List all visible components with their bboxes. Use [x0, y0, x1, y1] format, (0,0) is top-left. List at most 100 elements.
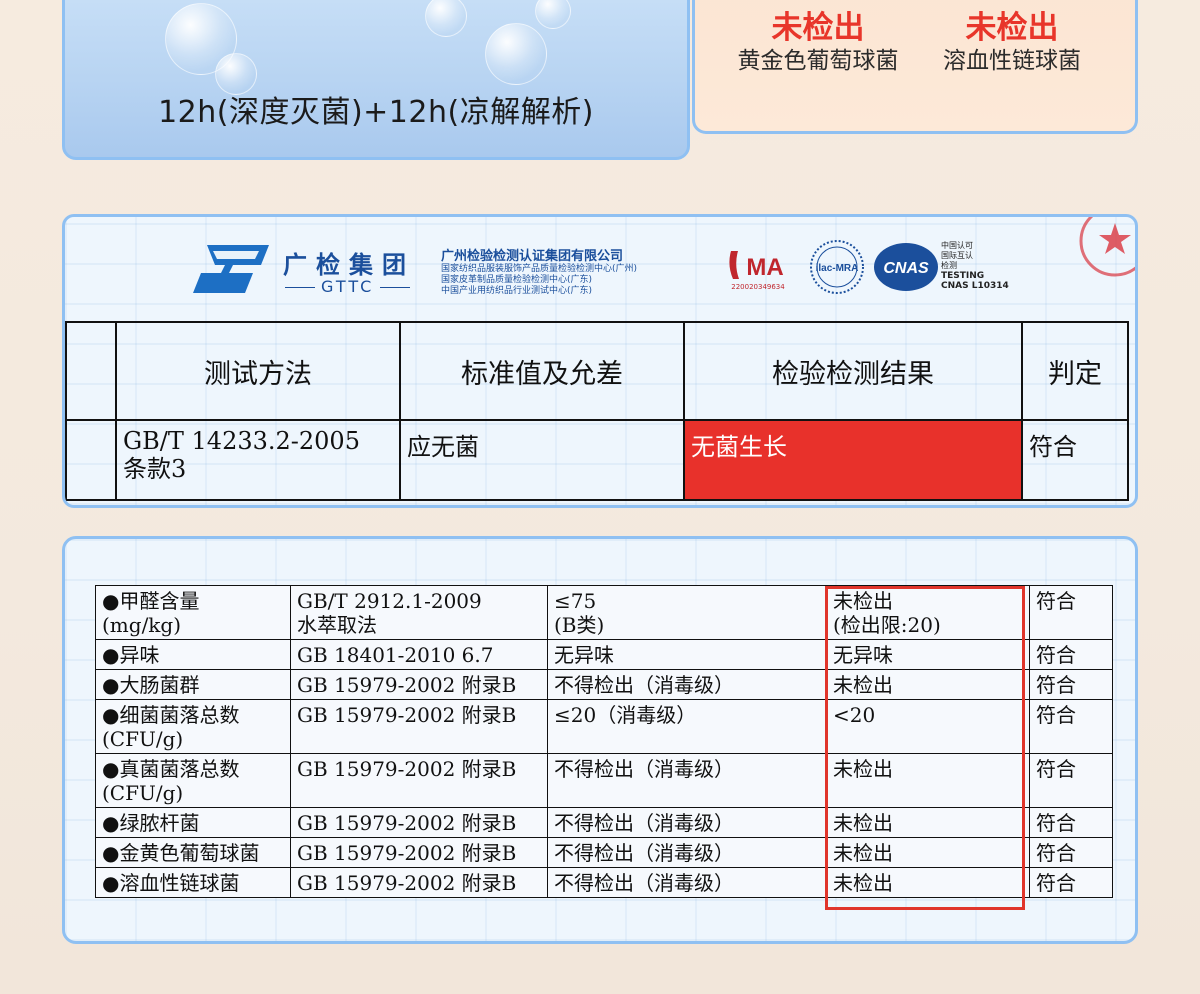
sterilization-card: 12h(深度灭菌)+12h(凉解解析)	[62, 0, 690, 160]
method-cell: GB 15979-2002 附录B	[290, 753, 548, 808]
cma-label: MA	[746, 254, 783, 281]
verdict-cell: 符合	[1029, 699, 1113, 754]
table-row: ●细菌菌落总数 (CFU/g) GB 15979-2002 附录B ≤20（消毒级） <…	[95, 699, 1113, 754]
result-cell: 未检出	[826, 669, 1030, 700]
group-abbr-text: GTTC	[321, 277, 375, 296]
standard-cell: ≤20（消毒级）	[547, 699, 827, 754]
certificate-card: 广检集团 GTTC 广州检验检测认证集团有限公司 国家纺织品服装服饰产品质量检验…	[62, 214, 1138, 508]
result-cell: <20	[826, 699, 1030, 754]
header-verdict: 判定	[1021, 321, 1129, 421]
result-status: 未检出	[965, 10, 1059, 46]
bubble-decoration	[485, 23, 547, 85]
item-cell-line: (CFU/g)	[102, 727, 184, 751]
bubble-decoration	[425, 0, 467, 37]
item-cell-line: ●细菌菌落总数	[102, 703, 240, 727]
method-cell-line: GB 15979-2002 附录B	[297, 703, 517, 727]
ilac-mra-icon: ilac-MRA	[810, 240, 864, 294]
item-cell-line: (CFU/g)	[102, 781, 184, 805]
red-stamp-icon	[1079, 217, 1135, 277]
company-sub: 中国产业用纺织品行业测试中心(广东)	[441, 286, 593, 296]
item-cell: ●金黄色葡萄球菌	[95, 837, 291, 868]
table-row: ●金黄色葡萄球菌 GB 15979-2002 附录B 不得检出（消毒级） 未检出 符合	[95, 837, 1113, 868]
result-cell: 未检出	[826, 867, 1030, 898]
result-cell: 未检出	[826, 753, 1030, 808]
certificate-result-table: 测试方法 标准值及允差 检验检测结果 判定 GB/T 14233.2-2005 条…	[65, 321, 1129, 501]
result-cell-line: (检出限:20)	[833, 613, 941, 637]
company-sub: 国家皮革制品质量检验检测中心(广东)	[441, 275, 593, 285]
method-cell-line: 水萃取法	[297, 613, 377, 637]
item-cell-line: ●绿脓杆菌	[102, 811, 200, 835]
sterilization-caption: 12h(深度灭菌)+12h(凉解解析)	[158, 95, 594, 130]
verdict-cell-line: 符合	[1036, 673, 1076, 697]
method-cell-line: GB 15979-2002 附录B	[297, 871, 517, 895]
item-cell: ●甲醛含量 (mg/kg)	[95, 585, 291, 640]
standard-cell-line: 不得检出（消毒级）	[554, 811, 734, 835]
bubble-decoration	[535, 0, 571, 29]
table-header-row: 测试方法 标准值及允差 检验检测结果 判定	[65, 321, 1129, 421]
method-cell: GB 15979-2002 附录B	[290, 699, 548, 754]
item-cell: ●细菌菌落总数 (CFU/g)	[95, 699, 291, 754]
item-cell: ●异味	[95, 639, 291, 670]
cnas-icon: CNAS	[874, 243, 938, 291]
standard-cell-line: 不得检出（消毒级）	[554, 757, 734, 781]
method-cell-line: GB/T 2912.1-2009	[297, 589, 482, 613]
result-cell-line: <20	[833, 703, 876, 727]
result-cell-line: 未检出	[833, 757, 893, 781]
header-standard: 标准值及允差	[399, 321, 685, 421]
result-status: 未检出	[771, 10, 865, 46]
method-cell-line: GB 15979-2002 附录B	[297, 673, 517, 697]
header-method: 测试方法	[115, 321, 401, 421]
item-cell-line: ●溶血性链球菌	[102, 871, 240, 895]
table-row: ●异味 GB 18401-2010 6.7 无异味 无异味 符合	[95, 639, 1113, 670]
method-cell: GB/T 2912.1-2009 水萃取法	[290, 585, 548, 640]
cnas-text-line: 检测	[941, 261, 957, 270]
item-cell-line: ●异味	[102, 643, 160, 667]
method-cell: GB 15979-2002 附录B	[290, 867, 548, 898]
standard-cell-line: ≤20（消毒级）	[554, 703, 697, 727]
table-row: ●绿脓杆菌 GB 15979-2002 附录B 不得检出（消毒级） 未检出 符合	[95, 807, 1113, 838]
verdict-cell: 符合	[1029, 837, 1113, 868]
result-name: 黄金色葡萄球菌	[737, 48, 899, 74]
result-item-strep: 未检出 溶血性链球菌	[917, 10, 1107, 76]
standard-cell-line: 不得检出（消毒级）	[554, 673, 734, 697]
item-cell-line: ●真菌菌落总数	[102, 757, 240, 781]
cnas-text: 中国认可 国际互认 检测 TESTING CNAS L10314	[941, 241, 1009, 291]
cnas-code: CNAS L10314	[941, 281, 1009, 291]
verdict-cell: 符合	[1029, 585, 1113, 640]
header-result: 检验检测结果	[683, 321, 1023, 421]
cma-mark-icon: MA 220020349634	[725, 247, 791, 293]
item-cell-line: (mg/kg)	[102, 613, 182, 637]
verdict-cell: 符合	[1021, 419, 1129, 501]
result-item-staph: 未检出 黄金色葡萄球菌	[723, 10, 913, 76]
table-row: ●真菌菌落总数 (CFU/g) GB 15979-2002 附录B 不得检出（消毒级）…	[95, 753, 1113, 808]
method-cell: GB/T 14233.2-2005 条款3	[115, 419, 401, 501]
item-cell-line: ●金黄色葡萄球菌	[102, 841, 260, 865]
standard-cell: 不得检出（消毒级）	[547, 807, 827, 838]
result-cell: 无菌生长	[683, 419, 1023, 501]
certificate-header: 广检集团 GTTC 广州检验检测认证集团有限公司 国家纺织品服装服饰产品质量检验…	[65, 217, 1135, 317]
verdict-cell-line: 符合	[1036, 871, 1076, 895]
verdict-cell: 符合	[1029, 753, 1113, 808]
ilac-label: ilac-MRA	[816, 263, 859, 274]
cnas-text-line: 中国认可	[941, 241, 973, 250]
verdict-cell-line: 符合	[1036, 811, 1076, 835]
verdict-cell-line: 符合	[1036, 643, 1076, 667]
cnas-testing: TESTING	[941, 271, 985, 281]
cnas-label: CNAS	[883, 260, 929, 277]
result-cell-line: 未检出	[833, 871, 893, 895]
method-cell-line: GB 15979-2002 附录B	[297, 811, 517, 835]
standard-cell: 应无菌	[399, 419, 685, 501]
result-name: 溶血性链球菌	[943, 48, 1081, 74]
verdict-cell: 符合	[1029, 639, 1113, 670]
result-cell-line: 未检出	[833, 673, 893, 697]
verdict-cell-line: 符合	[1036, 589, 1076, 613]
group-abbr: GTTC	[279, 277, 416, 296]
company-info: 广州检验检测认证集团有限公司 国家纺织品服装服饰产品质量检验检测中心(广州) 国…	[441, 245, 637, 297]
result-cell: 未检出	[826, 807, 1030, 838]
method-cell: GB 15979-2002 附录B	[290, 807, 548, 838]
standard-cell-line: (B类)	[554, 613, 605, 637]
standard-cell: ≤75 (B类)	[547, 585, 827, 640]
method-line: GB/T 14233.2-2005	[123, 427, 360, 455]
cnas-text-line: 国际互认	[941, 251, 973, 260]
result-cell-line: 未检出	[833, 589, 893, 613]
